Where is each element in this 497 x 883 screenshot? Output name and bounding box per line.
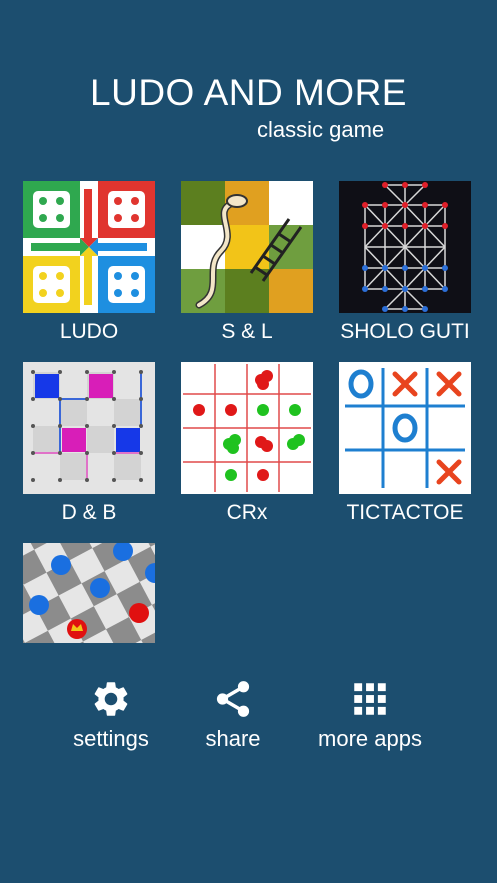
game-tile-checkers[interactable] xyxy=(23,543,155,643)
crx-grid-icon xyxy=(181,362,313,494)
game-tile-sholo-guti[interactable]: SHOLO GUTI xyxy=(339,181,471,344)
game-tile-crx[interactable]: CRx xyxy=(181,362,313,525)
game-tile-ludo[interactable]: LUDO xyxy=(23,181,155,344)
dots-and-boxes-icon xyxy=(23,362,155,494)
game-label-tictactoe: TICTACTOE xyxy=(346,501,464,524)
game-tile-dots-boxes[interactable]: D & B xyxy=(23,362,155,525)
settings-button[interactable]: settings xyxy=(62,678,160,752)
game-tile-tictactoe[interactable]: TICTACTOE xyxy=(339,362,471,525)
grid-apps-icon xyxy=(354,683,386,715)
app-subtitle: classic game xyxy=(257,117,385,142)
settings-label: settings xyxy=(73,726,149,751)
tictactoe-icon xyxy=(339,362,471,494)
share-button[interactable]: share xyxy=(196,678,270,752)
game-label-snakes-ladders: S & L xyxy=(221,320,273,343)
sholo-guti-board-icon xyxy=(339,181,471,313)
game-label-sholo-guti: SHOLO GUTI xyxy=(340,320,470,343)
game-tile-snakes-ladders[interactable]: S & L xyxy=(181,181,313,344)
more-apps-label: more apps xyxy=(318,726,422,751)
share-icon xyxy=(216,681,250,717)
game-label-ludo: LUDO xyxy=(59,320,119,343)
app-title: LUDO AND MORE xyxy=(90,72,407,113)
checkers-board-icon xyxy=(23,543,155,643)
gear-icon xyxy=(94,682,128,716)
game-label-crx: CRx xyxy=(226,501,268,524)
share-label: share xyxy=(205,726,261,751)
ludo-board-icon xyxy=(23,181,155,313)
snakes-and-ladders-icon xyxy=(181,181,313,313)
more-apps-button[interactable]: more apps xyxy=(306,678,434,752)
game-label-dots-boxes: D & B xyxy=(61,501,117,524)
